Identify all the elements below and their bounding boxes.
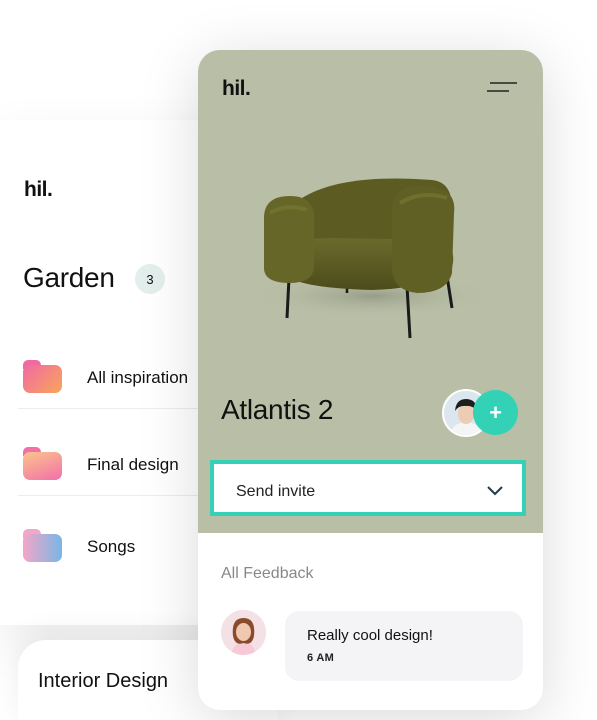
folder-item-all-inspiration[interactable]: All inspiration <box>18 348 208 409</box>
folder-item-final-design[interactable]: Final design <box>18 435 208 496</box>
armchair-image <box>247 178 497 339</box>
folder-label: All inspiration <box>87 368 189 387</box>
app-logo[interactable]: hil. <box>222 77 251 101</box>
collection-title: Interior Design <box>38 670 169 692</box>
folder-icon <box>23 360 62 393</box>
app-logo[interactable]: hil. <box>24 178 53 202</box>
folder-icon <box>23 529 62 562</box>
feedback-message: Really cool design! 6 AM <box>285 611 523 681</box>
folder-item-songs[interactable]: Songs <box>18 517 208 577</box>
commenter-avatar[interactable] <box>221 610 266 655</box>
product-title: Atlantis 2 <box>221 394 334 425</box>
send-invite-dropdown[interactable]: Send invite <box>210 460 526 516</box>
product-card: hil. Atlantis 2 + Send invite All Feedba… <box>198 50 543 710</box>
send-invite-label: Send invite <box>236 483 316 500</box>
folder-label: Songs <box>87 537 136 556</box>
chevron-down-icon <box>487 486 503 496</box>
collection-title: Garden <box>23 262 115 293</box>
product-hero: hil. Atlantis 2 + Send invite <box>198 50 543 533</box>
add-button[interactable]: + <box>473 390 518 435</box>
feedback-heading: All Feedback <box>221 565 314 582</box>
feedback-time: 6 AM <box>307 652 335 664</box>
count-badge: 3 <box>135 264 165 294</box>
folder-label: Final design <box>87 455 179 474</box>
feedback-text: Really cool design! <box>307 627 433 644</box>
menu-icon[interactable] <box>487 81 517 95</box>
folder-icon <box>23 447 62 480</box>
